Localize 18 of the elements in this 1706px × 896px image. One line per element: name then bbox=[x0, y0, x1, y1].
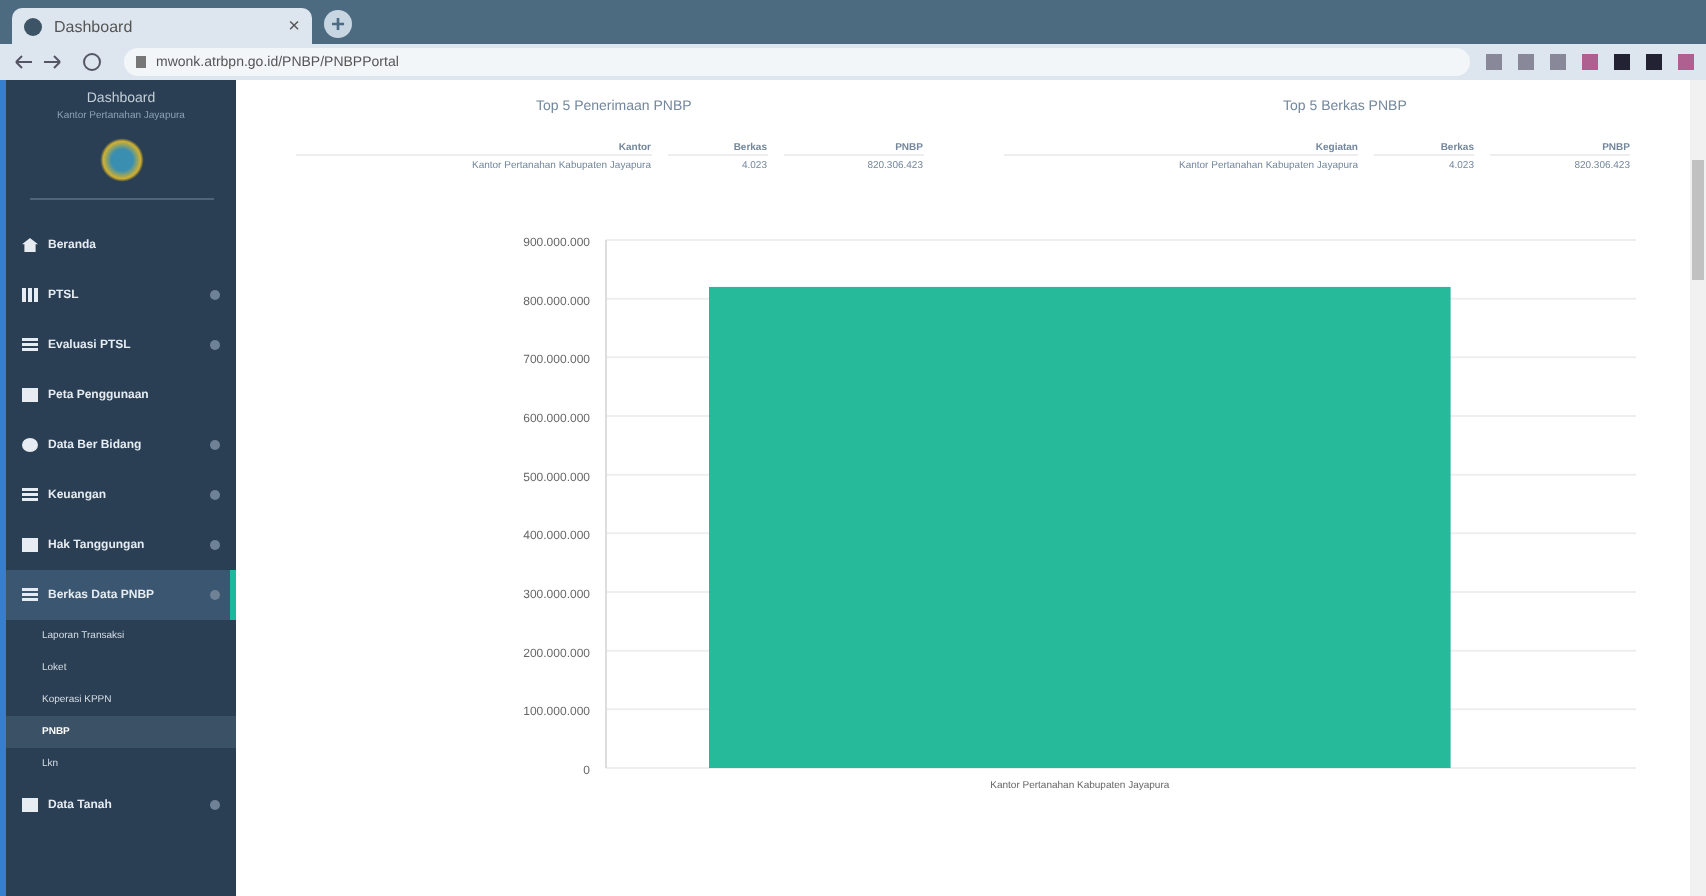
close-tab-button[interactable]: × bbox=[288, 15, 300, 37]
lock-icon bbox=[136, 56, 146, 68]
square-icon bbox=[22, 388, 38, 402]
list-icon bbox=[22, 488, 38, 502]
square-icon bbox=[22, 798, 38, 812]
extension-icons[interactable] bbox=[1486, 54, 1694, 70]
emblem-icon bbox=[99, 138, 143, 182]
circle-icon bbox=[22, 438, 38, 452]
scrollbar[interactable] bbox=[1690, 80, 1706, 896]
home-icon bbox=[22, 238, 38, 252]
globe-icon bbox=[24, 17, 42, 35]
list-icon bbox=[22, 588, 38, 602]
tab-title: Dashboard bbox=[54, 17, 135, 35]
square-icon bbox=[22, 538, 38, 552]
chart-icon bbox=[22, 288, 38, 302]
browser-tab[interactable]: Dashboard × bbox=[12, 8, 312, 44]
new-tab-button[interactable]: + bbox=[324, 10, 352, 38]
list-icon bbox=[22, 338, 38, 352]
